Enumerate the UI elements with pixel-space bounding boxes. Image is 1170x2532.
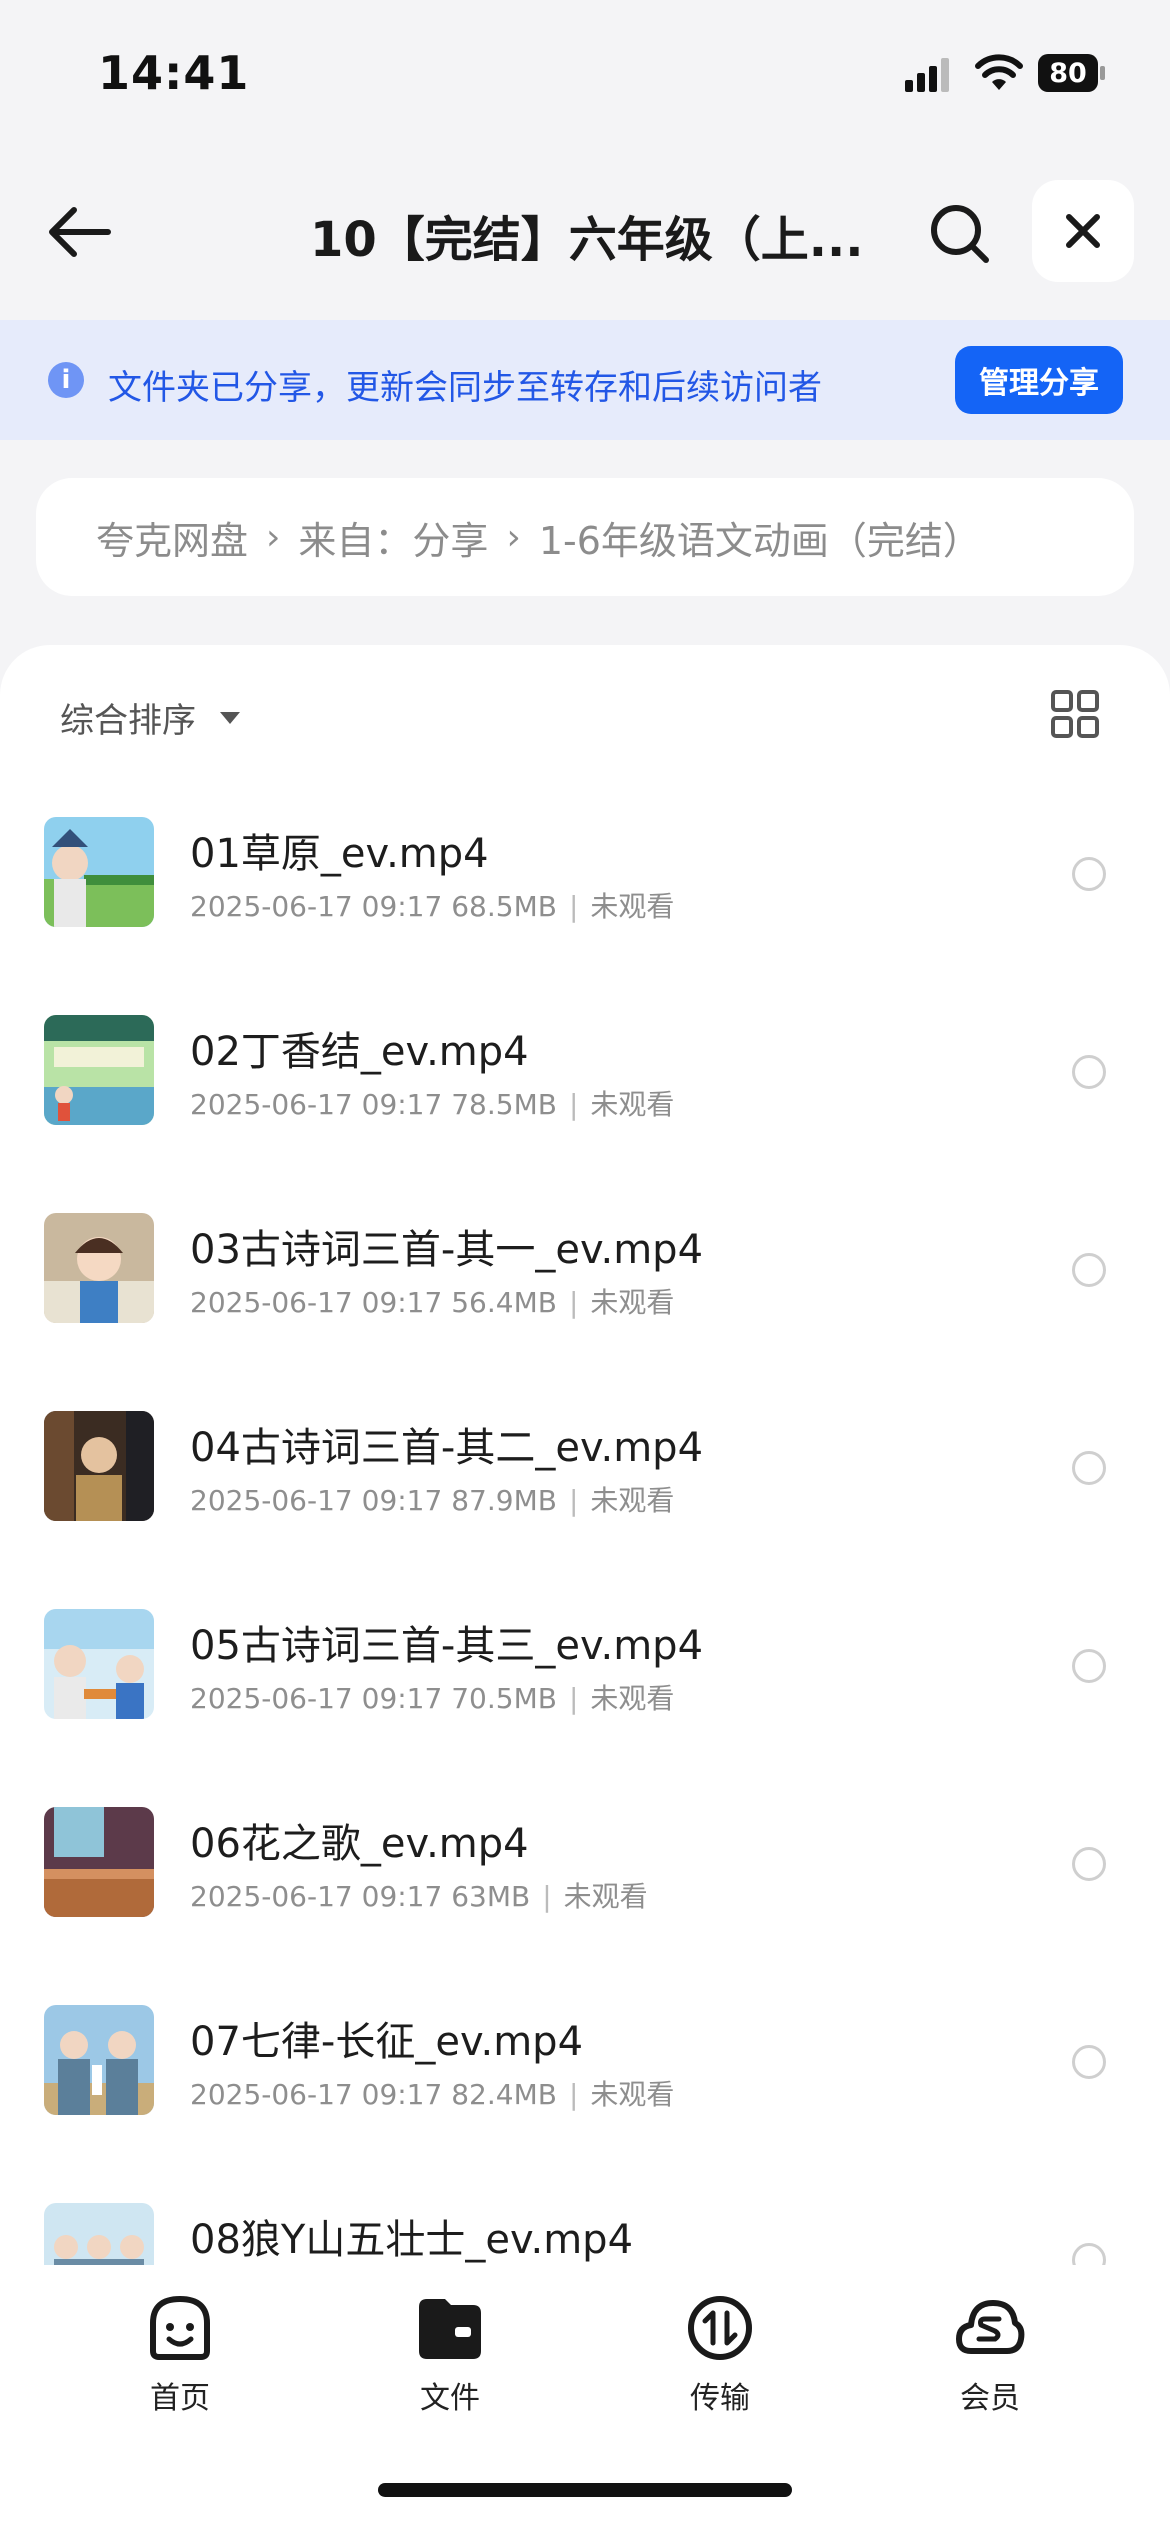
file-meta: 2025-06-17 09:17 56.4MB | 未观看 xyxy=(190,1286,675,1319)
tab-membership-label: 会员 xyxy=(960,2381,1020,2416)
file-name: 02丁香结_ev.mp4 xyxy=(190,1029,529,1075)
cellular-signal-icon xyxy=(905,58,949,92)
status-bar: 14:41 80 xyxy=(0,0,1170,150)
tab-transfer-label: 传输 xyxy=(690,2381,750,2416)
video-thumbnail xyxy=(44,1807,154,1917)
file-name: 06花之歌_ev.mp4 xyxy=(190,1821,529,1867)
breadcrumb-item-root[interactable]: 夸克网盘 xyxy=(96,510,248,565)
file-meta: 2025-06-17 09:17 78.5MB | 未观看 xyxy=(190,1088,675,1121)
breadcrumb-item-share[interactable]: 来自：分享 xyxy=(298,510,488,565)
file-row[interactable]: 05古诗词三首-其三_ev.mp4 2025-06-17 09:17 70.5M… xyxy=(0,1587,1170,1785)
file-panel: 综合排序 01草原_ev.mp4 2025-06-17 09:17 68.5MB… xyxy=(0,645,1170,2265)
video-thumbnail xyxy=(44,1213,154,1323)
select-radio[interactable] xyxy=(1072,1649,1106,1683)
tab-home-label: 首页 xyxy=(150,2381,210,2416)
back-button[interactable] xyxy=(40,192,120,272)
file-row[interactable]: 02丁香结_ev.mp4 2025-06-17 09:17 78.5MB | 未观看 xyxy=(0,993,1170,1191)
grid-view-icon[interactable] xyxy=(1050,689,1100,739)
search-button[interactable] xyxy=(920,194,1000,274)
file-meta: 2025-06-17 09:17 82.4MB | 未观看 xyxy=(190,2078,675,2111)
file-name: 08狼Y山五壮士_ev.mp4 xyxy=(190,2217,634,2263)
file-row[interactable]: 03古诗词三首-其一_ev.mp4 2025-06-17 09:17 56.4M… xyxy=(0,1191,1170,1389)
close-icon xyxy=(1066,214,1100,248)
manage-share-button[interactable]: 管理分享 xyxy=(955,346,1123,414)
video-thumbnail xyxy=(44,1015,154,1125)
file-meta: 2025-06-17 09:17 63MB | 未观看 xyxy=(190,1880,648,1913)
file-meta: 2025-06-17 09:17 87.9MB | 未观看 xyxy=(190,1484,675,1517)
file-row[interactable]: 04古诗词三首-其二_ev.mp4 2025-06-17 09:17 87.9M… xyxy=(0,1389,1170,1587)
folder-icon xyxy=(419,2299,481,2359)
select-radio[interactable] xyxy=(1072,1055,1106,1089)
battery-level: 80 xyxy=(1049,58,1087,89)
close-button[interactable] xyxy=(1032,180,1134,282)
file-row[interactable]: 07七律-长征_ev.mp4 2025-06-17 09:17 82.4MB | 未… xyxy=(0,1983,1170,2181)
wifi-icon xyxy=(975,54,1023,90)
chevron-right-icon: › xyxy=(266,516,281,558)
banner-text: 文件夹已分享，更新会同步至转存和后续访问者 xyxy=(108,368,822,408)
select-radio[interactable] xyxy=(1072,2045,1106,2079)
arrow-left-icon xyxy=(49,207,111,257)
file-meta: 2025-06-17 09:17 70.5MB | 未观看 xyxy=(190,1682,675,1715)
battery-indicator: 80 xyxy=(1038,54,1105,92)
sort-label: 综合排序 xyxy=(60,701,196,741)
info-icon: i xyxy=(48,362,84,398)
file-row[interactable]: 06花之歌_ev.mp4 2025-06-17 09:17 63MB | 未观看 xyxy=(0,1785,1170,1983)
select-radio[interactable] xyxy=(1072,1253,1106,1287)
file-meta: 2025-06-17 09:17 68.5MB | 未观看 xyxy=(190,890,675,923)
video-thumbnail xyxy=(44,817,154,927)
transfer-icon xyxy=(688,2296,752,2360)
membership-cloud-icon xyxy=(956,2300,1025,2354)
file-name: 05古诗词三首-其三_ev.mp4 xyxy=(190,1623,704,1669)
caret-down-icon xyxy=(220,711,240,724)
breadcrumb: 夸克网盘 › 来自：分享 › 1-6年级语文动画（完结） xyxy=(36,478,1134,596)
screen: 14:41 80 10【完结】六年级（上... i 文件夹已分享，更新会同步至转… xyxy=(0,0,1170,2532)
file-name: 03古诗词三首-其一_ev.mp4 xyxy=(190,1227,704,1273)
video-thumbnail xyxy=(44,2005,154,2115)
tab-files[interactable]: 文件 xyxy=(380,2293,520,2417)
file-name: 07七律-长征_ev.mp4 xyxy=(190,2019,584,2065)
chevron-right-icon: › xyxy=(506,516,521,558)
share-banner: i 文件夹已分享，更新会同步至转存和后续访问者 管理分享 xyxy=(0,320,1170,440)
file-list: 01草原_ev.mp4 2025-06-17 09:17 68.5MB | 未观看 … xyxy=(0,795,1170,2265)
select-radio[interactable] xyxy=(1072,2243,1106,2265)
sort-dropdown[interactable]: 综合排序 xyxy=(60,693,240,742)
file-row[interactable]: 01草原_ev.mp4 2025-06-17 09:17 68.5MB | 未观看 xyxy=(0,795,1170,993)
tab-files-label: 文件 xyxy=(420,2381,480,2416)
video-thumbnail xyxy=(44,2203,154,2265)
tab-membership[interactable]: 会员 xyxy=(920,2293,1060,2417)
file-row[interactable]: 08狼Y山五壮士_ev.mp4 xyxy=(0,2181,1170,2265)
file-name: 04古诗词三首-其二_ev.mp4 xyxy=(190,1425,704,1471)
search-icon xyxy=(931,205,989,263)
tab-home[interactable]: 首页 xyxy=(110,2293,250,2417)
select-radio[interactable] xyxy=(1072,857,1106,891)
select-radio[interactable] xyxy=(1072,1451,1106,1485)
file-name: 01草原_ev.mp4 xyxy=(190,831,489,877)
home-indicator xyxy=(378,2483,792,2497)
select-radio[interactable] xyxy=(1072,1847,1106,1881)
tab-transfer[interactable]: 传输 xyxy=(650,2293,790,2417)
breadcrumb-item-folder[interactable]: 1-6年级语文动画（完结） xyxy=(539,510,981,565)
page-title: 10【完结】六年级（上... xyxy=(310,212,864,268)
status-time: 14:41 xyxy=(98,46,250,100)
tab-bar: 首页 文件 传输 会员 xyxy=(0,2265,1170,2532)
video-thumbnail xyxy=(44,1609,154,1719)
video-thumbnail xyxy=(44,1411,154,1521)
nav-bar: 10【完结】六年级（上... xyxy=(0,170,1170,290)
smile-home-icon xyxy=(150,2296,210,2360)
